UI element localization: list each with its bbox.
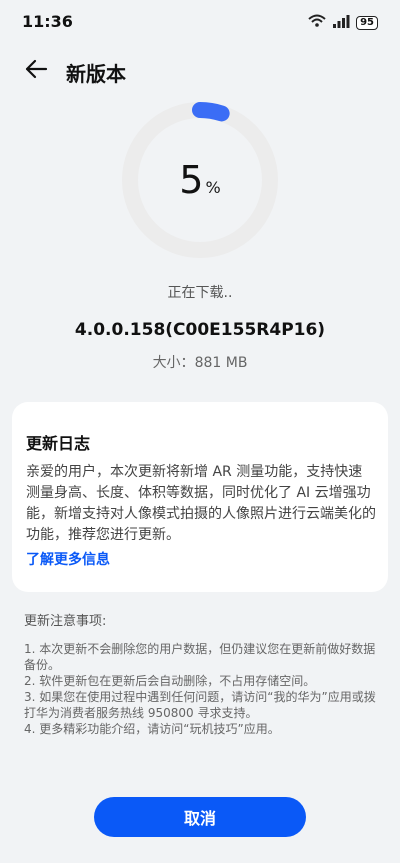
update-notes: 更新注意事项: 1. 本次更新不会删除您的用户数据，但仍建议您在更新前做好数据备… <box>24 610 384 737</box>
version-number: 4.0.0.158(C00E155R4P16) <box>74 320 326 340</box>
changelog-body: 亲爱的用户，本次更新将新增 AR 测量功能，支持快速测量身高、长度、体积等数据，… <box>26 464 376 543</box>
battery-indicator: 95 <box>356 15 378 30</box>
status-icons: 95 <box>308 13 378 32</box>
status-bar: 11:36 95 <box>0 0 400 44</box>
changelog-title: 更新日志 <box>26 434 91 453</box>
learn-more-link[interactable]: 了解更多信息 <box>26 549 110 569</box>
progress-value: 5 % <box>120 100 280 260</box>
back-button[interactable] <box>22 58 50 84</box>
package-size: 大小：881 MB <box>0 352 400 372</box>
back-arrow-icon <box>24 59 48 83</box>
size-value: 881 MB <box>194 355 248 371</box>
wifi-icon <box>308 13 326 32</box>
notes-title: 更新注意事项: <box>24 614 107 629</box>
signal-icon <box>332 13 350 32</box>
notes-item: 1. 本次更新不会删除您的用户数据，但仍建议您在更新前做好数据备份。 <box>24 642 376 672</box>
cancel-button[interactable]: 取消 <box>94 797 306 837</box>
notes-item: 3. 如果您在使用过程中遇到任何问题，请访问“我的华为”应用或拨打华为消费者服务… <box>24 690 376 720</box>
progress-percent: 5 <box>179 158 204 202</box>
notes-item: 2. 软件更新包在更新后会自动删除，不占用存储空间。 <box>24 674 316 688</box>
size-label: 大小： <box>152 355 195 371</box>
page-title: 新版本 <box>66 62 126 86</box>
changelog-card: 更新日志 亲爱的用户，本次更新将新增 AR 测量功能，支持快速测量身高、长度、体… <box>12 402 388 592</box>
notes-item: 4. 更多精彩功能介绍，请访问“玩机技巧”应用。 <box>24 722 280 736</box>
progress-unit: % <box>205 177 221 197</box>
download-progress-ring: 5 % <box>120 100 280 260</box>
status-time: 11:36 <box>22 12 73 31</box>
page-header: 新版本 <box>0 54 400 88</box>
download-status: 正在下载.. <box>167 285 233 301</box>
